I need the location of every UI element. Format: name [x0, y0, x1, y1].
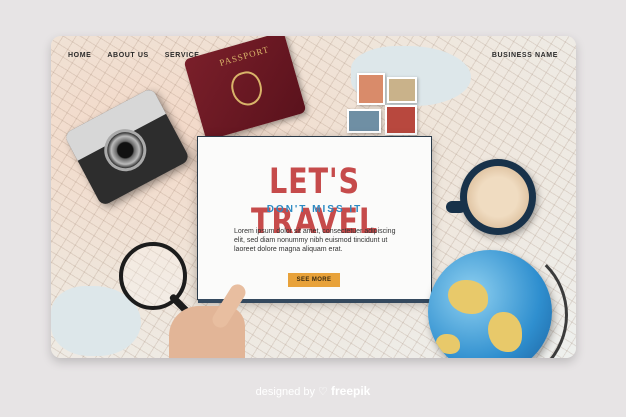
business-name-logo[interactable]: BUSINESS NAME: [492, 52, 558, 59]
landing-card: HOME ABOUT US SERVICE BUSINESS NAME PASS…: [51, 36, 576, 358]
passport-emblem-icon: [227, 68, 266, 110]
passport-label: PASSPORT: [218, 44, 271, 68]
credit-brand: freepik: [330, 384, 371, 398]
hero-body-text: Lorem ipsum dolor sit amet, consectetuer…: [234, 228, 396, 253]
designer-credit: designed by ♡ freepik: [0, 384, 626, 398]
main-nav: HOME ABOUT US SERVICE: [68, 52, 200, 59]
see-more-button[interactable]: SEE MORE: [288, 273, 340, 287]
hand-photo: [169, 306, 245, 358]
credit-prefix: designed by: [255, 386, 315, 398]
stamps-photo: [347, 73, 427, 135]
nav-home[interactable]: HOME: [68, 52, 91, 59]
freepik-logo-icon: ♡: [318, 386, 328, 398]
nav-about-us[interactable]: ABOUT US: [107, 52, 148, 59]
coffee-mug-photo: [446, 159, 536, 235]
hero-subheadline: DON'T MISS IT: [266, 204, 363, 215]
hero-book: LET'S TRAVEL DON'T MISS IT Lorem ipsum d…: [197, 136, 432, 303]
